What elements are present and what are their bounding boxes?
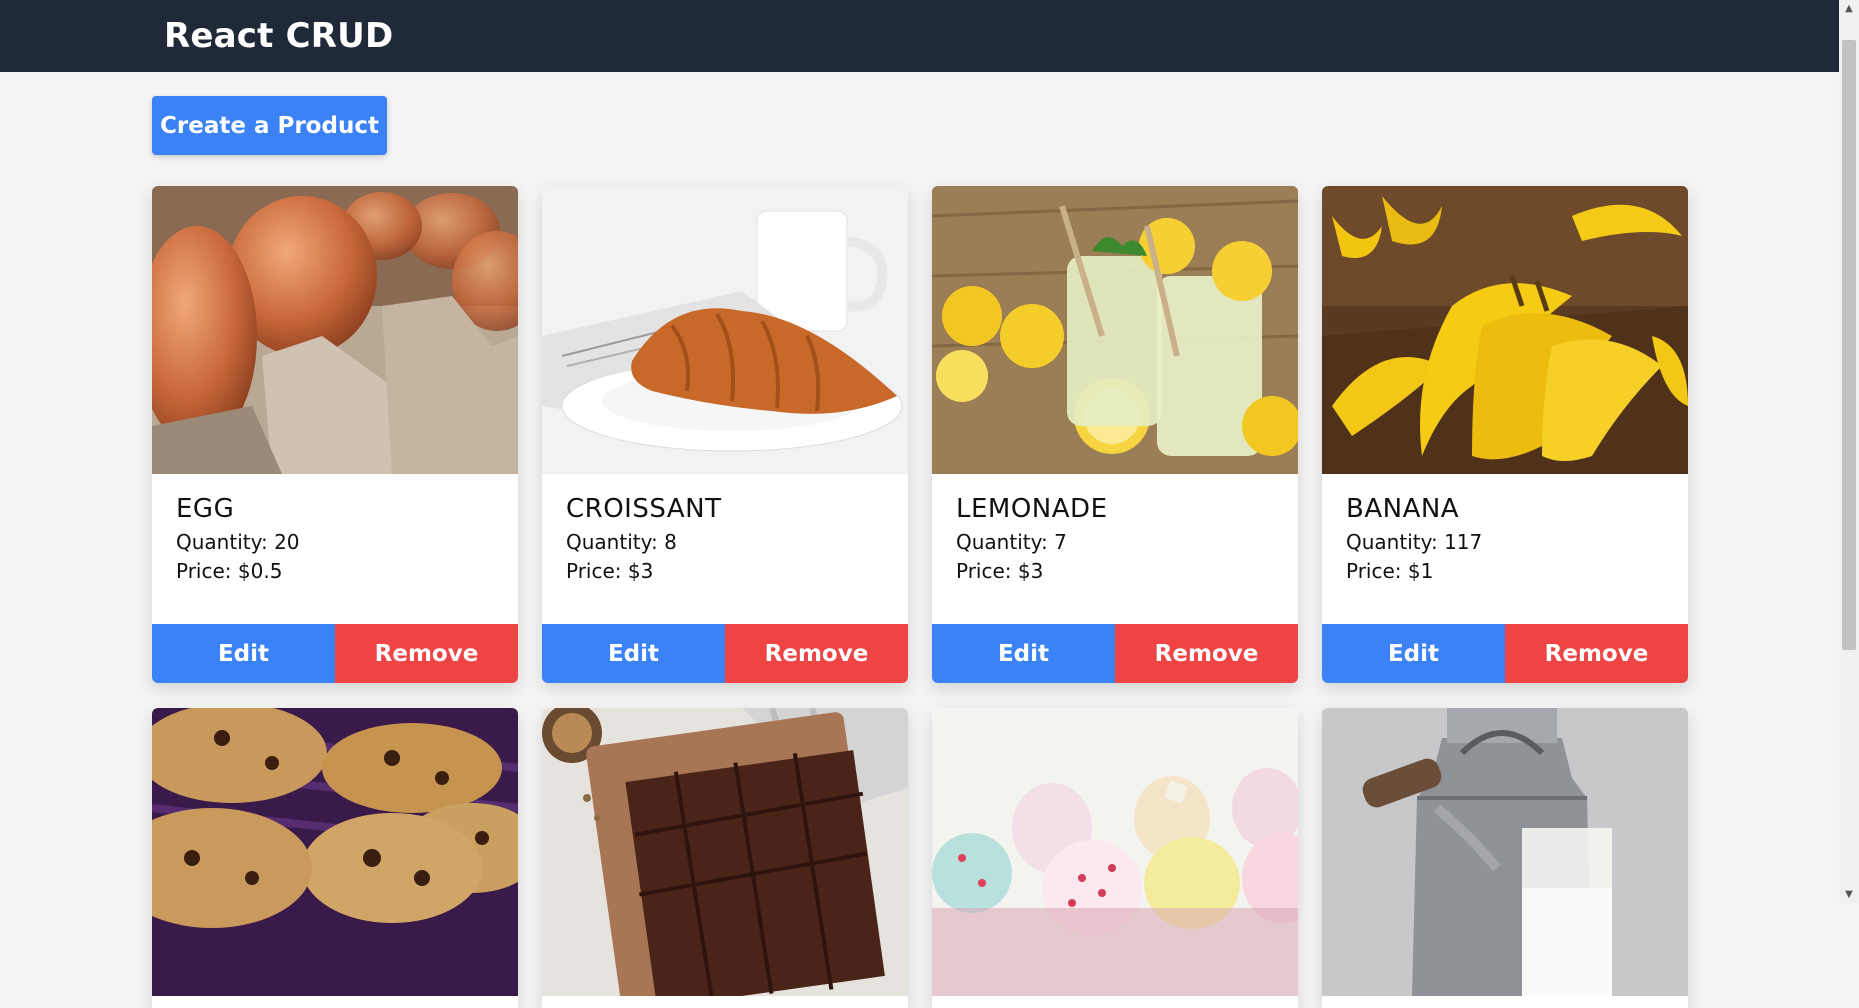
product-name: BANANA [1346,494,1460,524]
product-quantity: Quantity: 7 [956,530,1067,554]
edit-button[interactable]: Edit [1322,624,1505,683]
product-price: Price: $0.5 [176,559,283,583]
edit-button[interactable]: Edit [932,624,1115,683]
product-price: Price: $1 [1346,559,1434,583]
product-card: BANANA Quantity: 117 Price: $1 Edit Remo… [1322,186,1688,683]
product-card [152,708,518,1008]
scroll-up-arrow-icon[interactable]: ▲ [1839,0,1859,17]
eggs-image [152,186,518,474]
product-quantity: Quantity: 117 [1346,530,1483,554]
product-price: Price: $3 [566,559,654,583]
scrollbar-thumb[interactable] [1842,40,1856,650]
product-card: EGG Quantity: 20 Price: $0.5 Edit Remove [152,186,518,683]
top-navbar: React CRUD [0,0,1839,72]
edit-button[interactable]: Edit [152,624,335,683]
remove-button[interactable]: Remove [335,624,518,683]
product-name: LEMONADE [956,494,1108,524]
remove-button[interactable]: Remove [725,624,908,683]
banana-image [1322,186,1688,474]
product-quantity: Quantity: 20 [176,530,300,554]
cupcakes-image [932,708,1298,996]
page-scrollbar[interactable]: ▲ ▼ [1839,0,1859,903]
scroll-down-arrow-icon[interactable]: ▼ [1839,886,1859,903]
croissant-image [542,186,908,474]
product-card [1322,708,1688,1008]
remove-button[interactable]: Remove [1505,624,1688,683]
lemonade-image [932,186,1298,474]
app-title: React CRUD [164,16,394,56]
edit-button[interactable]: Edit [542,624,725,683]
remove-button[interactable]: Remove [1115,624,1298,683]
product-card [932,708,1298,1008]
product-price: Price: $3 [956,559,1044,583]
product-name: CROISSANT [566,494,722,524]
product-card [542,708,908,1008]
product-card: CROISSANT Quantity: 8 Price: $3 Edit Rem… [542,186,908,683]
milk-can-image [1322,708,1688,996]
product-card: LEMONADE Quantity: 7 Price: $3 Edit Remo… [932,186,1298,683]
product-quantity: Quantity: 8 [566,530,677,554]
product-name: EGG [176,494,235,524]
create-product-button[interactable]: Create a Product [152,96,387,155]
brownies-image [542,708,908,996]
cookies-image [152,708,518,996]
